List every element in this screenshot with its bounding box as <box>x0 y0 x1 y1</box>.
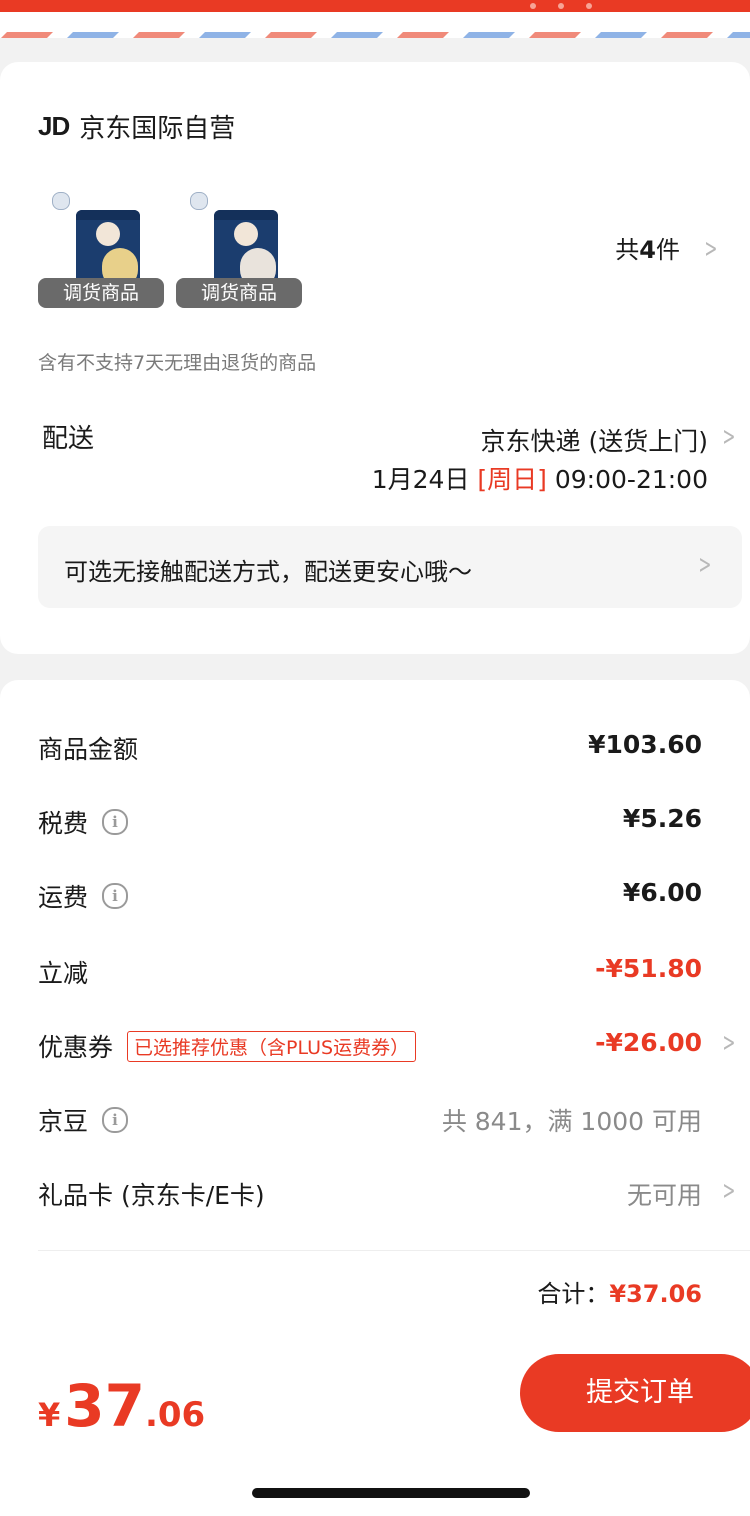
goods-amount-row: 商品金额 ¥103.60 <box>38 730 702 764</box>
fee-summary-card: 商品金额 ¥103.60 税费 i ¥5.26 运费 i ¥6.00 立减 -¥51… <box>0 680 750 1342</box>
chevron-right-icon[interactable]: > <box>723 422 736 452</box>
delivery-time: 1月24日 [周日] 09:00-21:00 <box>371 465 708 494</box>
info-icon[interactable]: i <box>102 809 129 835</box>
info-icon[interactable]: i <box>102 883 129 909</box>
total-summary: 合计：¥37.06 <box>537 1280 702 1308</box>
pay-amount: ¥37.06 <box>38 1372 206 1440</box>
top-red-bar <box>0 0 750 12</box>
stripe-segment <box>133 32 185 38</box>
shipping-value: ¥6.00 <box>622 878 702 907</box>
page-dots <box>530 2 600 10</box>
coupon-value: -¥26.00 <box>595 1028 702 1057</box>
jd-logo: JD <box>38 111 70 141</box>
return-policy-note: 含有不支持7天无理由退货的商品 <box>38 352 317 374</box>
tax-value: ¥5.26 <box>622 804 702 833</box>
home-indicator <box>252 1488 530 1498</box>
envelope-stripe <box>0 12 750 38</box>
discount-value: -¥51.80 <box>595 954 702 983</box>
giftcard-value: 无可用 <box>626 1181 702 1210</box>
product-thumbnail-2[interactable]: 调货商品 <box>176 182 302 308</box>
chevron-right-icon[interactable]: > <box>723 1176 736 1206</box>
divider <box>38 1250 750 1251</box>
order-shop-card: JD 京东国际自营 调货商品 调货商品 共4件 > 含有不支持7天无理由退货的商… <box>0 62 750 654</box>
contactless-delivery-banner[interactable]: 可选无接触配送方式，配送更安心哦～ > <box>38 526 742 608</box>
shipping-row: 运费 i ¥6.00 <box>38 878 702 912</box>
coupon-tag: 已选推荐优惠（含PLUS运费券） <box>127 1030 417 1062</box>
delivery-label: 配送 <box>42 424 95 454</box>
tax-row: 税费 i ¥5.26 <box>38 804 702 838</box>
giftcard-row[interactable]: 礼品卡 (京东卡/E卡) 无可用 <box>38 1176 702 1216</box>
checkout-bar: ¥37.06 提交订单 <box>0 1342 750 1516</box>
jingdou-row: 京豆 i 共 841，满 1000 可用 <box>38 1102 702 1142</box>
info-icon[interactable]: i <box>102 1107 129 1133</box>
stripe-segment <box>1 32 53 38</box>
stripe-segment <box>265 32 317 38</box>
product-tag: 调货商品 <box>38 278 164 308</box>
stripe-segment <box>595 32 647 38</box>
stripe-segment <box>397 32 449 38</box>
shop-name: 京东国际自营 <box>79 114 236 144</box>
stripe-segment <box>199 32 251 38</box>
stripe-segment <box>67 32 119 38</box>
stripe-segment <box>331 32 383 38</box>
product-count[interactable]: 共4件 <box>615 230 680 265</box>
chevron-right-icon[interactable]: > <box>705 234 718 264</box>
chevron-right-icon: > <box>698 550 712 580</box>
coupon-row[interactable]: 优惠券 已选推荐优惠（含PLUS运费券） -¥26.00 <box>38 1028 702 1068</box>
product-tag: 调货商品 <box>176 278 302 308</box>
stripe-segment <box>463 32 515 38</box>
discount-row: 立减 -¥51.80 <box>38 954 702 988</box>
delivery-method[interactable]: 京东快递 (送货上门) <box>481 422 708 458</box>
jingdou-value: 共 841，满 1000 可用 <box>441 1107 702 1136</box>
stripe-segment <box>727 32 750 38</box>
stripe-segment <box>529 32 581 38</box>
submit-order-button[interactable]: 提交订单 <box>520 1354 750 1432</box>
product-thumbnail-1[interactable]: 调货商品 <box>38 182 164 308</box>
chevron-right-icon[interactable]: > <box>723 1028 736 1058</box>
shop-header[interactable]: JD 京东国际自营 <box>38 108 235 145</box>
stripe-segment <box>661 32 713 38</box>
goods-amount-value: ¥103.60 <box>588 730 702 759</box>
